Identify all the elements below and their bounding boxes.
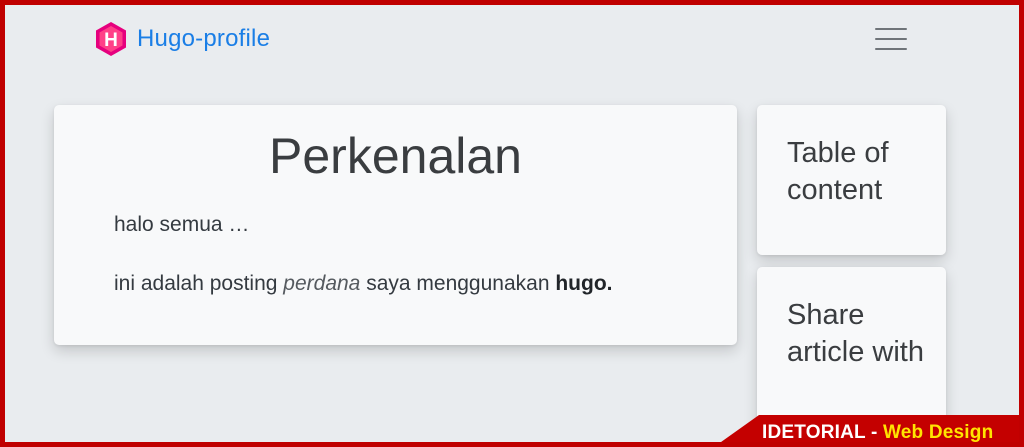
menu-bar-bottom [875,48,907,50]
share-title: Share article with [787,299,924,368]
screenshot-frame: H Hugo-profile Perkenalan halo semua … i… [0,0,1024,447]
navbar-brand[interactable]: H Hugo-profile [93,21,270,57]
toc-card: Table of content [757,105,946,255]
menu-bar-middle [875,38,907,40]
post-body: halo semua … ini adalah posting perdana … [114,213,613,331]
toc-title: Table of content [787,137,889,206]
post-title: Perkenalan [269,128,522,184]
post-text: ini adalah posting [114,272,284,295]
watermark-text: IDETORIAL - Web Design [762,422,994,443]
post-paragraph-1: halo semua … [114,213,250,236]
watermark-brand: IDETORIAL - [762,422,883,443]
post-emphasis: perdana [283,272,361,295]
hamburger-menu-icon[interactable] [873,25,909,53]
post-text: saya menggunakan [360,272,556,295]
post-strong: hugo. [555,272,613,295]
watermark-tagline: Web Design [882,422,994,443]
hugo-logo-letter: H [104,30,118,51]
watermark-banner: IDETORIAL - Web Design [707,415,1019,443]
brand-name: Hugo-profile [137,25,271,52]
hugo-logo-icon: H [96,22,126,56]
post-card: Perkenalan halo semua … ini adalah posti… [54,105,737,345]
post-paragraph-2: ini adalah posting perdana saya mengguna… [114,272,613,296]
menu-bar-top [875,28,907,30]
